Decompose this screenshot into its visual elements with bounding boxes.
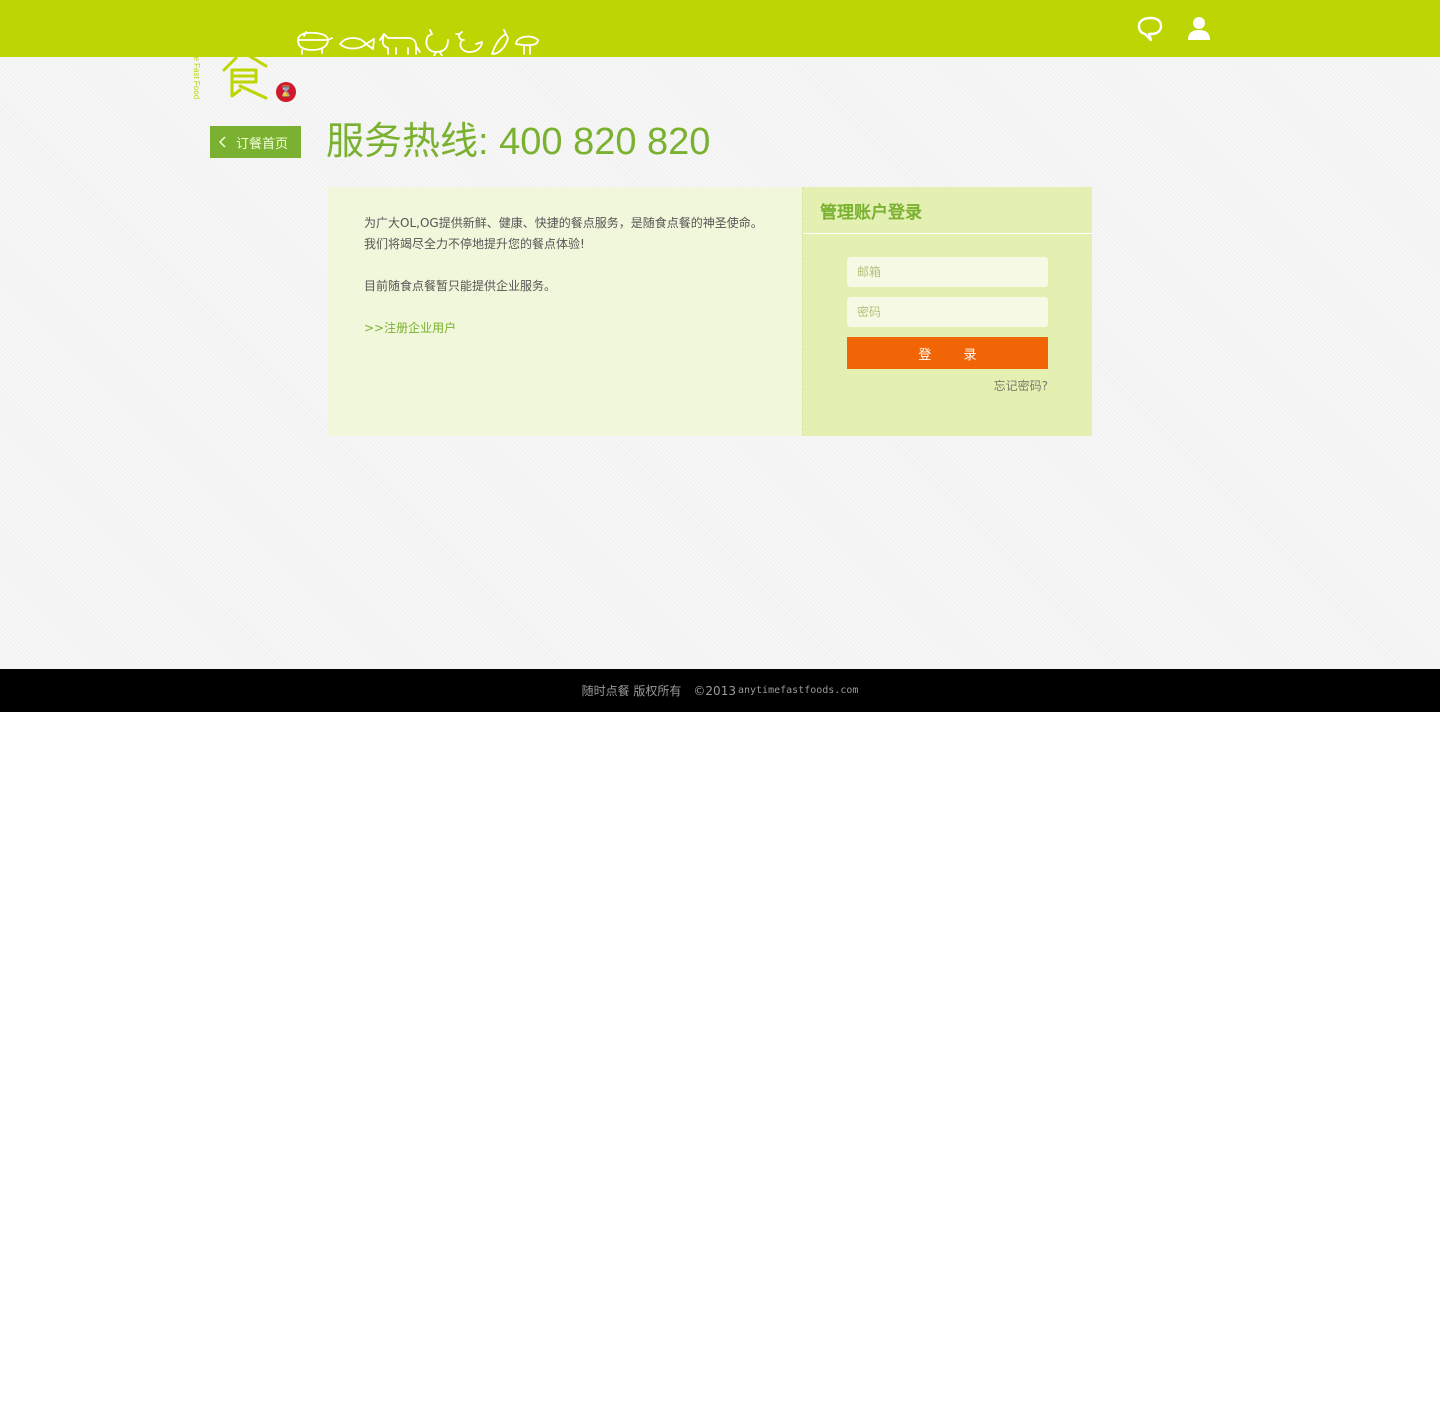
register-enterprise-link[interactable]: >>注册企业用户	[364, 321, 456, 335]
eggplant-icon	[491, 29, 509, 55]
duck-icon	[455, 31, 483, 53]
chat-bubble-icon[interactable]	[1137, 16, 1163, 42]
intro-line-3: 目前随食点餐暂只能提供企业服务。	[364, 279, 557, 293]
intro-line-1: 为广大OL,OG提供新鲜、健康、快捷的餐点服务，是随食点餐的神圣使命。	[364, 216, 763, 230]
brand-latin-name: Anytime Fast Food	[192, 32, 201, 100]
email-field[interactable]	[847, 257, 1048, 287]
footer-domain: anytimefastfoods.com	[737, 685, 859, 696]
intro-line-2: 我们将竭尽全力不停地提升您的餐点体验!	[364, 237, 585, 251]
user-icon[interactable]	[1188, 16, 1210, 42]
login-title: 管理账户登录	[803, 187, 1092, 234]
chicken-icon	[425, 29, 449, 56]
footer-year: ©2013	[693, 683, 736, 698]
intro-panel: 为广大OL,OG提供新鲜、健康、快捷的餐点服务，是随食点餐的神圣使命。 我们将竭…	[328, 187, 802, 436]
login-panel: 管理账户登录 登 录 忘记密码?	[802, 187, 1092, 436]
service-hotline: 服务热线: 400 820 820	[326, 121, 711, 163]
chevron-left-icon	[218, 136, 226, 148]
fish-icon	[339, 37, 375, 50]
password-field[interactable]	[847, 297, 1048, 327]
footer: 随时点餐 版权所有 ©2013 anytimefastfoods.com	[0, 669, 1440, 712]
food-animals-strip	[297, 29, 539, 56]
back-to-order-home-button[interactable]: 订餐首页	[210, 126, 301, 158]
forgot-password-link[interactable]: 忘记密码?	[994, 377, 1048, 394]
pig-icon	[297, 31, 333, 55]
brand-logo[interactable]	[222, 8, 268, 107]
brand-logo-mark	[222, 10, 268, 100]
login-button[interactable]: 登 录	[847, 337, 1048, 369]
top-bar	[0, 0, 1440, 57]
footer-copyright: 随时点餐 版权所有	[581, 684, 682, 698]
hourglass-badge-icon: ⌛	[276, 82, 296, 102]
mushroom-icon	[515, 35, 539, 55]
back-button-label: 订餐首页	[236, 136, 289, 152]
cow-icon	[379, 33, 421, 55]
